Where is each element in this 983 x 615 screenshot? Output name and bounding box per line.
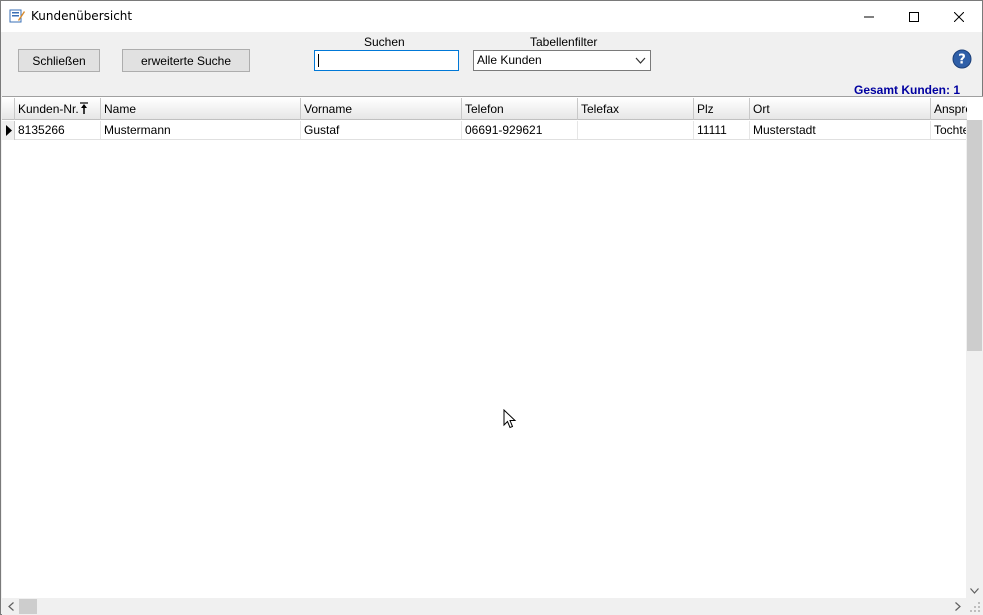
table-filter-select[interactable]: Alle Kunden xyxy=(473,50,651,71)
sort-ascending-icon xyxy=(80,102,88,114)
cell-plz[interactable]: 11111 xyxy=(694,121,750,139)
resize-grip[interactable] xyxy=(966,598,983,615)
mouse-cursor-icon xyxy=(503,409,517,429)
column-label: Kunden-Nr. xyxy=(18,102,79,116)
filter-label: Tabellenfilter xyxy=(530,35,598,49)
cell-telefax[interactable] xyxy=(578,121,694,139)
column-header-telefon[interactable]: Telefon xyxy=(462,98,578,120)
column-header-plz[interactable]: Plz xyxy=(694,98,750,120)
chevron-down-icon xyxy=(635,57,646,64)
column-header-ansprechpartner[interactable]: Anspre xyxy=(931,98,967,120)
cell-ansprechpartner[interactable]: Tochte xyxy=(931,121,967,139)
app-icon xyxy=(9,9,25,23)
column-header-telefax[interactable]: Telefax xyxy=(578,98,694,120)
vertical-scrollbar[interactable] xyxy=(966,120,983,598)
svg-text:?: ? xyxy=(958,53,966,68)
resize-grip-icon xyxy=(970,602,980,612)
minimize-button[interactable] xyxy=(846,1,892,32)
cell-vorname[interactable]: Gustaf xyxy=(301,121,462,139)
current-row-indicator xyxy=(2,121,15,140)
search-label: Suchen xyxy=(364,35,405,49)
maximize-icon xyxy=(909,11,919,22)
column-header-ort[interactable]: Ort xyxy=(750,98,931,120)
cell-name[interactable]: Mustermann xyxy=(101,121,301,139)
chevron-left-icon xyxy=(7,602,14,611)
minimize-icon xyxy=(864,16,874,17)
scroll-left-button[interactable] xyxy=(2,598,19,615)
chevron-right-icon xyxy=(954,602,961,611)
table-header: Kunden-Nr. Name Vorname Telefon Telefax … xyxy=(2,98,967,120)
close-window-button[interactable] xyxy=(936,1,982,32)
horizontal-scrollbar[interactable] xyxy=(2,598,966,615)
title-bar[interactable]: Kundenübersicht xyxy=(1,1,982,32)
search-input[interactable] xyxy=(314,50,459,71)
row-pointer-icon xyxy=(6,125,12,136)
scroll-right-button[interactable] xyxy=(949,598,966,615)
cell-ort[interactable]: Musterstadt xyxy=(750,121,931,139)
customer-table[interactable]: Kunden-Nr. Name Vorname Telefon Telefax … xyxy=(2,96,983,615)
table-row[interactable]: 8135266 Mustermann Gustaf 06691-929621 1… xyxy=(2,121,967,140)
horizontal-scroll-thumb[interactable] xyxy=(19,599,37,614)
table-filter-value: Alle Kunden xyxy=(477,53,542,67)
column-header-vorname[interactable]: Vorname xyxy=(301,98,462,120)
maximize-button[interactable] xyxy=(891,1,937,32)
close-button[interactable]: Schließen xyxy=(18,49,100,72)
cell-telefon[interactable]: 06691-929621 xyxy=(462,121,578,139)
advanced-search-button[interactable]: erweiterte Suche xyxy=(122,49,250,72)
vertical-scroll-thumb[interactable] xyxy=(967,120,982,351)
text-caret xyxy=(318,54,319,67)
chevron-down-icon xyxy=(970,587,979,594)
cell-kunden-nr[interactable]: 8135266 xyxy=(15,121,101,139)
column-header-kunden-nr[interactable]: Kunden-Nr. xyxy=(15,98,101,120)
window: Kundenübersicht Schließen erweiterte Suc… xyxy=(0,0,983,615)
scroll-down-button[interactable] xyxy=(966,582,983,599)
column-header-name[interactable]: Name xyxy=(101,98,301,120)
header-row-indicator xyxy=(2,98,15,120)
close-icon xyxy=(954,11,964,22)
window-title: Kundenübersicht xyxy=(31,9,133,23)
help-icon[interactable]: ? xyxy=(952,49,972,69)
total-customers: Gesamt Kunden: 1 xyxy=(854,83,961,97)
